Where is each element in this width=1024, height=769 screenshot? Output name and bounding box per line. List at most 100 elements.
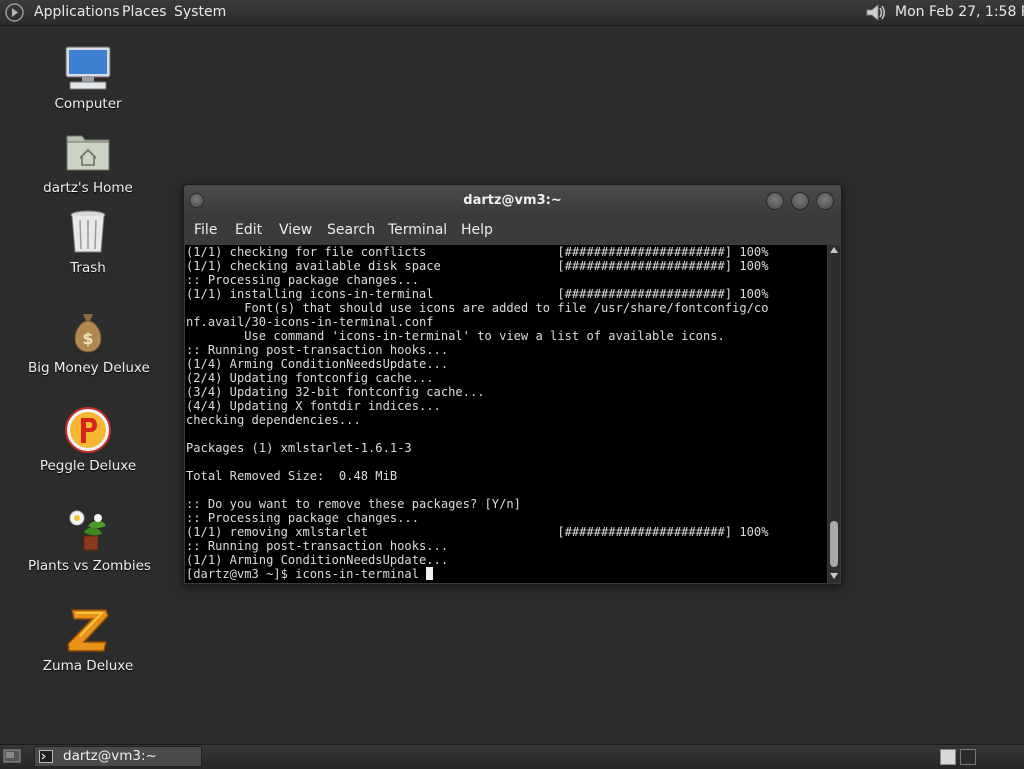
terminal-line-text: Total Removed Size: 0.48 MiB (186, 469, 398, 483)
desktop-icon-trash[interactable]: Trash (28, 208, 148, 276)
terminal-line-text: Font(s) that should use icons are added … (186, 301, 769, 315)
trash-icon (70, 210, 106, 253)
terminal-line-text: (1/1) checking for file conflicts [#####… (186, 245, 769, 259)
minimize-button[interactable] (766, 192, 784, 210)
desktop-icon-label: Computer (54, 96, 122, 112)
menu-view[interactable]: View (279, 222, 312, 238)
desktop-icon-label: dartz's Home (43, 180, 133, 196)
taskbar-button-terminal[interactable]: dartz@vm3:~ (34, 746, 202, 767)
terminal-line: :: Processing package changes... (186, 273, 768, 287)
terminal-line: (2/4) Updating fontconfig cache... (186, 371, 768, 385)
terminal-line-text: :: Running post-transaction hooks... (186, 343, 449, 357)
terminal-line: :: Processing package changes... (186, 511, 768, 525)
maximize-button[interactable] (791, 192, 809, 210)
close-button[interactable] (816, 192, 834, 210)
desktop-icon-peggle[interactable]: Peggle Deluxe (28, 406, 148, 474)
menu-help[interactable]: Help (461, 222, 493, 238)
terminal-line: (1/4) Arming ConditionNeedsUpdate... (186, 357, 768, 371)
terminal-scrollbar[interactable] (828, 245, 840, 583)
terminal-line-text: (2/4) Updating fontconfig cache... (186, 371, 434, 385)
terminal-line-text: :: Do you want to remove these packages?… (186, 497, 521, 511)
terminal-line-text: Packages (1) xmlstarlet-1.6.1-3 (186, 441, 412, 455)
terminal-line-text: nf.avail/30-icons-in-terminal.conf (186, 315, 434, 329)
terminal-line-text: (4/4) Updating X fontdir indices... (186, 399, 441, 413)
scroll-down-arrow-icon[interactable] (830, 573, 838, 579)
gnome-foot-icon[interactable] (5, 3, 24, 22)
clock[interactable]: Mon Feb 27, 1:58 PM (895, 4, 1024, 20)
show-desktop-icon[interactable] (3, 749, 21, 764)
terminal-line: (1/1) checking available disk space [###… (186, 259, 768, 273)
top-panel: Applications Places System Mon Feb 27, 1… (0, 0, 1024, 26)
plants-icon (69, 510, 106, 551)
scrollbar-thumb[interactable] (830, 521, 838, 567)
desktop-icon-home[interactable]: dartz's Home (28, 128, 148, 196)
menu-applications[interactable]: Applications (34, 4, 120, 20)
menu-system[interactable]: System (174, 4, 226, 20)
desktop-icon-zuma[interactable]: Zuma Deluxe (28, 606, 148, 674)
zuma-icon (67, 609, 109, 652)
speaker-icon[interactable] (864, 2, 888, 23)
desktop-icon-big-money[interactable]: $ Big Money Deluxe (28, 308, 150, 376)
window-titlebar[interactable]: dartz@vm3:~ (184, 185, 841, 217)
terminal-line: Packages (1) xmlstarlet-1.6.1-3 (186, 441, 768, 455)
terminal-line-text: :: Running post-transaction hooks... (186, 539, 449, 553)
terminal-line: (4/4) Updating X fontdir indices... (186, 399, 768, 413)
terminal-prompt-line: [dartz@vm3 ~]$ icons-in-terminal (186, 567, 768, 581)
home-folder-icon (66, 135, 110, 171)
terminal-line: Use command 'icons-in-terminal' to view … (186, 329, 768, 343)
terminal-icon (39, 750, 53, 763)
terminal-line-text: (3/4) Updating 32-bit fontconfig cache..… (186, 385, 485, 399)
terminal-line: nf.avail/30-icons-in-terminal.conf (186, 315, 768, 329)
computer-icon (65, 46, 111, 90)
terminal-line: Font(s) that should use icons are added … (186, 301, 768, 315)
window-title: dartz@vm3:~ (463, 193, 562, 208)
desktop-icon-label: Plants vs Zombies (28, 558, 151, 574)
terminal-line: :: Running post-transaction hooks... (186, 539, 768, 553)
terminal-line-text: :: Processing package changes... (186, 273, 419, 287)
terminal-window[interactable]: dartz@vm3:~ File Edit View Search Termin… (183, 184, 842, 585)
terminal-line: (1/1) installing icons-in-terminal [####… (186, 287, 768, 301)
terminal-line-text: :: Processing package changes... (186, 511, 419, 525)
terminal-output[interactable]: (1/1) checking for file conflicts [#####… (185, 245, 827, 583)
terminal-line-text: [dartz@vm3 ~]$ icons-in-terminal (186, 567, 427, 581)
desktop-icon-label: Big Money Deluxe (28, 360, 150, 376)
desktop-icon-label: Zuma Deluxe (42, 658, 134, 674)
terminal-line: checking dependencies... (186, 413, 768, 427)
peggle-icon (65, 407, 111, 453)
menu-file[interactable]: File (194, 222, 217, 238)
terminal-line-text: (1/1) installing icons-in-terminal [####… (186, 287, 769, 301)
terminal-line: (1/1) checking for file conflicts [#####… (186, 245, 768, 259)
desktop-icon-computer[interactable]: Computer (28, 44, 148, 112)
terminal-line: :: Do you want to remove these packages?… (186, 497, 768, 511)
menu-terminal[interactable]: Terminal (388, 222, 447, 238)
workspace-2-button[interactable] (960, 749, 976, 765)
terminal-menubar: File Edit View Search Terminal Help (184, 217, 841, 245)
terminal-line-text: (1/1) checking available disk space [###… (186, 259, 769, 273)
desktop-icon-label: Trash (70, 260, 106, 276)
scroll-up-arrow-icon[interactable] (830, 247, 838, 253)
terminal-line: (3/4) Updating 32-bit fontconfig cache..… (186, 385, 768, 399)
menu-edit[interactable]: Edit (235, 222, 262, 238)
terminal-line-text: checking dependencies... (186, 413, 361, 427)
terminal-line: Total Removed Size: 0.48 MiB (186, 469, 768, 483)
terminal-line: :: Running post-transaction hooks... (186, 343, 768, 357)
terminal-cursor (426, 567, 434, 580)
terminal-line: (1/1) Arming ConditionNeedsUpdate... (186, 553, 768, 567)
terminal-line-text: (1/1) removing xmlstarlet [#############… (186, 525, 769, 539)
svg-text:$: $ (82, 329, 93, 348)
desktop-icon-plants-vs-zombies[interactable]: Plants vs Zombies (28, 506, 151, 574)
bottom-panel: dartz@vm3:~ (0, 744, 1024, 769)
terminal-line: (1/1) removing xmlstarlet [#############… (186, 525, 768, 539)
desktop-icon-label: Peggle Deluxe (39, 458, 137, 474)
terminal-line-text: Use command 'icons-in-terminal' to view … (186, 329, 725, 343)
workspace-1-button[interactable] (940, 749, 956, 765)
terminal-line-text: (1/1) Arming ConditionNeedsUpdate... (186, 553, 449, 567)
menu-search[interactable]: Search (327, 222, 375, 238)
menu-places[interactable]: Places (122, 4, 167, 20)
taskbar-button-label: dartz@vm3:~ (63, 748, 157, 764)
terminal-line-text: (1/4) Arming ConditionNeedsUpdate... (186, 357, 449, 371)
money-bag-icon: $ (74, 314, 102, 353)
